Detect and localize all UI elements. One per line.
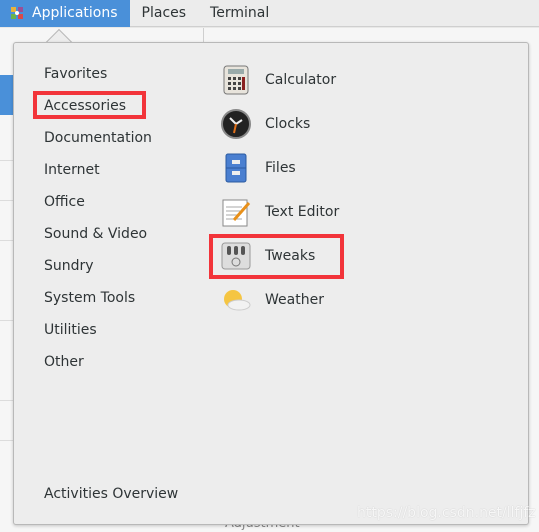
app-label: Clocks [265,116,311,132]
watermark: https://blog.csdn.net/llfjfz [357,505,536,521]
divider [0,440,14,441]
category-utilities[interactable]: Utilities [44,321,97,339]
app-text-editor[interactable]: Text Editor [220,194,339,230]
category-documentation[interactable]: Documentation [44,129,152,147]
activities-overview-button[interactable]: Activities Overview [44,485,178,503]
highlight-box-tweaks [209,234,344,279]
category-sound-video[interactable]: Sound & Video [44,225,147,243]
app-label: Files [265,160,296,176]
app-clocks[interactable]: Clocks [220,106,310,142]
category-other[interactable]: Other [44,353,84,371]
category-office[interactable]: Office [44,193,85,211]
text-editor-icon [222,199,251,227]
app-files[interactable]: Files [220,150,296,186]
highlight-box-accessories [33,91,146,119]
app-label: Text Editor [265,204,340,220]
category-system-tools[interactable]: System Tools [44,289,135,307]
app-weather[interactable]: Weather [220,282,324,318]
calculator-icon [223,65,249,95]
weather-icon [224,290,251,311]
applications-menu-button[interactable]: Applications [0,0,130,27]
category-sundry[interactable]: Sundry [44,257,94,275]
divider [0,240,14,241]
category-internet[interactable]: Internet [44,161,100,179]
app-label: Weather [265,292,324,308]
os-logo-icon [11,7,23,19]
divider [0,200,14,201]
terminal-button[interactable]: Terminal [198,0,281,27]
divider [0,400,14,401]
divider [0,320,14,321]
app-calculator[interactable]: Calculator [220,62,336,98]
divider [0,160,14,161]
clock-icon [221,109,251,139]
background-selected-row [0,75,14,115]
category-favorites[interactable]: Favorites [44,65,107,83]
top-bar: Applications Places Terminal [0,0,539,27]
places-menu-button[interactable]: Places [130,0,199,27]
file-cabinet-icon [225,153,247,183]
applications-label: Applications [32,5,118,21]
app-label: Calculator [265,72,337,88]
